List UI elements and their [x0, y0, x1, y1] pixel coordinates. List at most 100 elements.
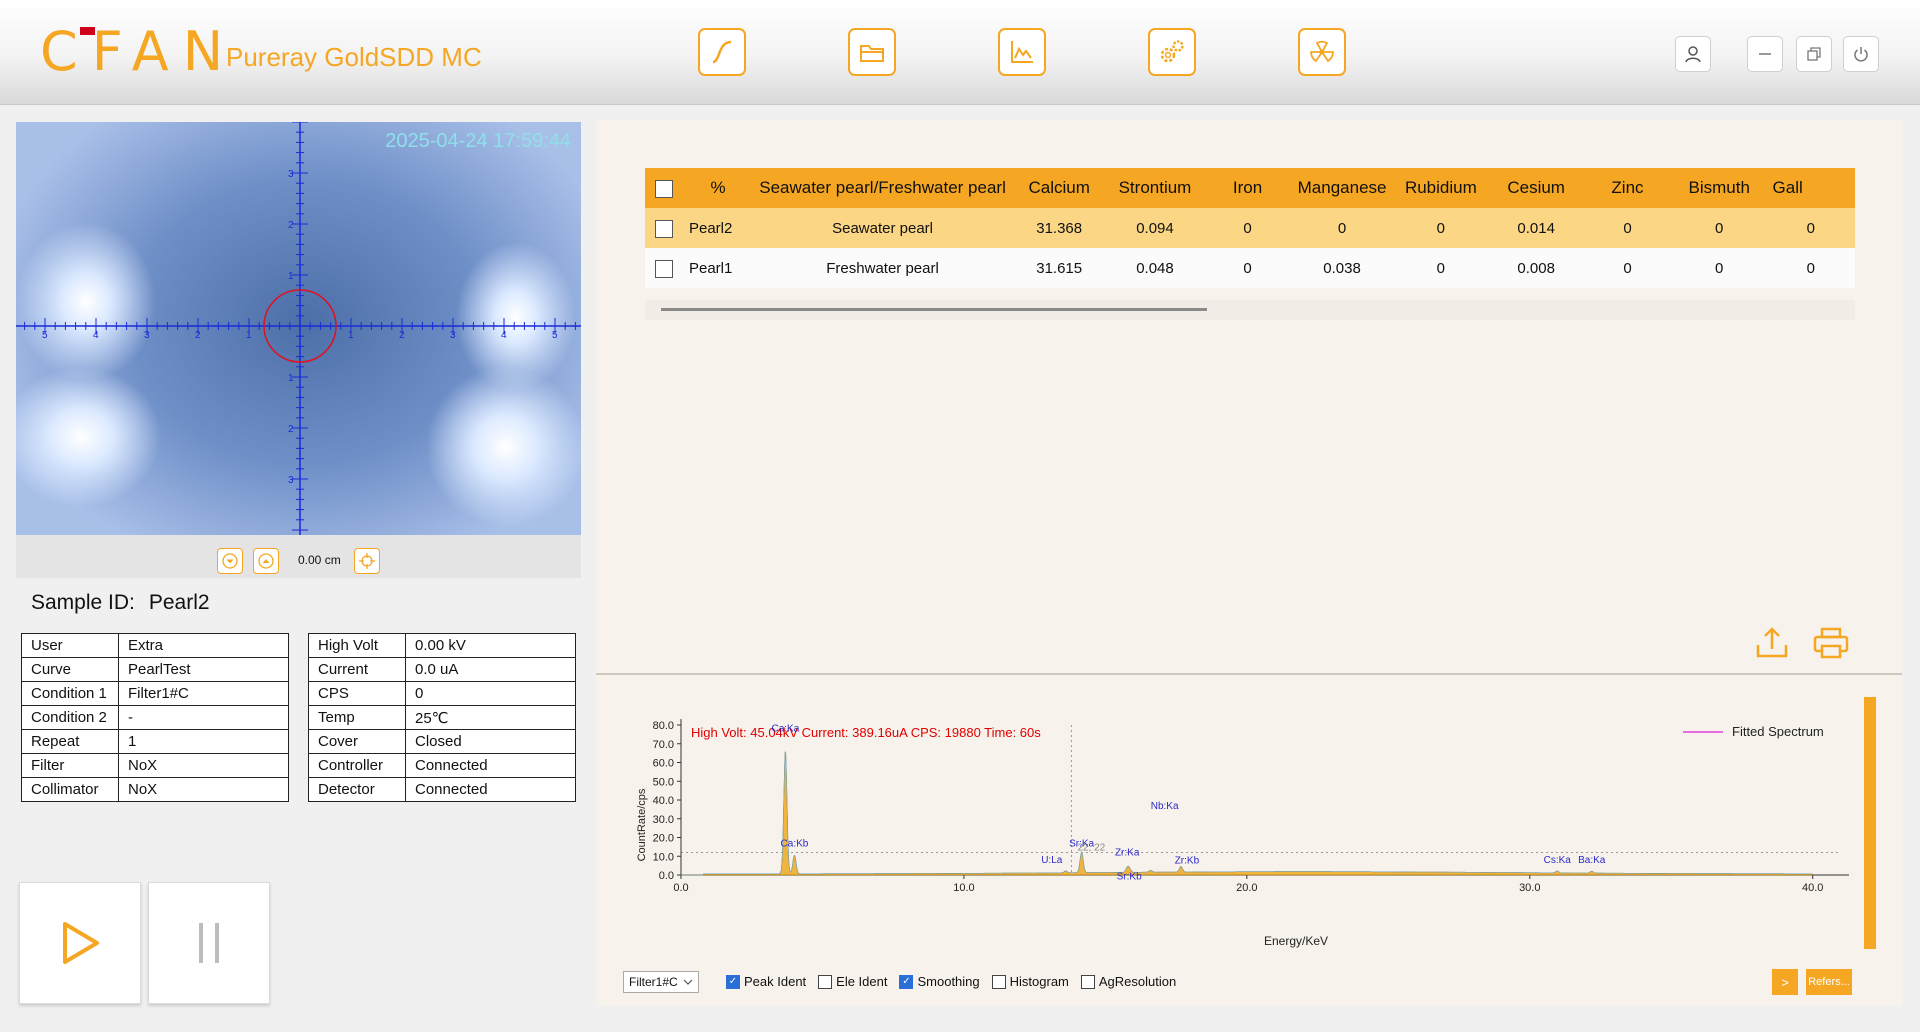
chevron-down-icon [683, 979, 693, 985]
info-right-value: Closed [405, 729, 576, 754]
crosshair-icon [359, 553, 375, 569]
settings-button[interactable] [1148, 28, 1196, 76]
printer-icon [1813, 627, 1849, 659]
next-button[interactable]: > [1772, 969, 1798, 995]
chart-legend: Fitted Spectrum [1683, 724, 1824, 739]
option-ele-ident[interactable]: Ele Ident [818, 974, 887, 989]
y-axis-label: CountRate/cps [636, 788, 648, 861]
refers-button[interactable]: Refers... [1806, 969, 1852, 995]
row-checkbox[interactable] [654, 259, 673, 278]
col-manganese[interactable]: Manganese [1291, 168, 1393, 208]
spectrum-button[interactable] [998, 28, 1046, 76]
col-percent[interactable]: % [682, 168, 754, 208]
row-value: 0 [1671, 248, 1767, 288]
restore-button[interactable] [1796, 36, 1832, 72]
row-value: 0.008 [1489, 248, 1584, 288]
side-scroll-strip[interactable] [1864, 697, 1876, 949]
row-value: 0 [1392, 208, 1490, 248]
info-right-key: Cover [308, 729, 406, 754]
horizontal-scrollbar-track[interactable] [645, 300, 1855, 320]
pause-button[interactable] [148, 882, 270, 1004]
center-target-button[interactable] [354, 548, 380, 574]
row-value: 0 [1203, 208, 1292, 248]
info-right-value: 0 [405, 681, 576, 706]
row-value: 0 [1583, 208, 1672, 248]
user-button[interactable] [1675, 36, 1711, 72]
col-rubidium[interactable]: Rubidium [1392, 168, 1490, 208]
y-scale-label: 1 [288, 373, 294, 384]
sample-id: Sample ID: Pearl2 [31, 591, 224, 615]
row-value: 0 [1291, 208, 1393, 248]
info-right-key: Controller [308, 753, 406, 778]
table-row[interactable]: Pearl1 Freshwater pearl 31.615 0.048 0 0.038 0… [645, 248, 1855, 288]
move-down-button[interactable] [217, 548, 243, 574]
filter-select-value: Filter1#C [629, 975, 678, 989]
distance-readout: 0.00 cm [298, 553, 341, 567]
row-value: 0 [1671, 208, 1767, 248]
option-label: Histogram [1009, 974, 1069, 989]
option-histogram[interactable]: Histogram [991, 974, 1069, 989]
info-right-row: Controller Connected [308, 753, 576, 778]
table-row[interactable]: Pearl2 Seawater pearl 31.368 0.094 0 0 0 0.014 0… [645, 208, 1855, 248]
info-left-key: Repeat [21, 729, 119, 754]
export-button[interactable] [1755, 625, 1789, 663]
option-smoothing[interactable]: ✓ Smoothing [899, 974, 980, 989]
option-checkbox[interactable]: ✓ [899, 974, 914, 989]
info-right-key: CPS [308, 681, 406, 706]
info-table-right: High Volt 0.00 kV Current 0.0 uA CPS 0 Temp 25℃… [308, 633, 576, 802]
select-all-checkbox[interactable] [654, 179, 673, 198]
header-bar: CFAN Pureray GoldSDD MC [0, 0, 1920, 105]
open-folder-button[interactable] [848, 28, 896, 76]
x-scale-label: 3 [144, 330, 150, 341]
peak-label: U:La [1041, 855, 1063, 866]
folder-icon [860, 45, 884, 62]
col-cesium[interactable]: Cesium [1489, 168, 1584, 208]
info-left-row: Condition 1 Filter1#C [21, 681, 289, 706]
row-checkbox[interactable] [654, 219, 673, 238]
option-checkbox[interactable] [818, 974, 833, 989]
horizontal-scrollbar-thumb[interactable] [661, 308, 1207, 311]
info-left-row: Condition 2- [21, 705, 289, 730]
move-up-button[interactable] [253, 548, 279, 574]
y-tick-label: 40.0 [653, 795, 674, 807]
y-scale-label: 2 [288, 220, 294, 231]
option-peak-ident[interactable]: ✓ Peak Ident [726, 974, 806, 989]
export-icon [1756, 627, 1788, 658]
info-left-value: - [118, 705, 289, 730]
radiation-button[interactable] [1298, 28, 1346, 76]
row-value: 0 [1766, 208, 1855, 248]
spectrum-chart[interactable]: High Volt: 45.04kV Current: 389.16uA CPS… [596, 675, 1902, 975]
option-checkbox[interactable] [1080, 974, 1095, 989]
info-left-row: User Extra [21, 633, 289, 658]
y-tick-label: 10.0 [653, 851, 674, 863]
col-iron[interactable]: Iron [1203, 168, 1292, 208]
info-left-row: Collimator NoX [21, 777, 289, 802]
col-type[interactable]: Seawater pearl/Freshwater pearl [753, 168, 1012, 208]
row-value: 0 [1392, 248, 1490, 288]
col-calcium[interactable]: Calcium [1011, 168, 1107, 208]
col-bismuth[interactable]: Bismuth [1671, 168, 1767, 208]
power-button[interactable] [1843, 36, 1879, 72]
minimize-button[interactable] [1747, 36, 1783, 72]
print-button[interactable] [1813, 627, 1849, 663]
option-checkbox[interactable]: ✓ [726, 974, 740, 989]
info-right-key: Current [308, 657, 406, 682]
start-button[interactable] [19, 882, 141, 1004]
x-tick-label: 30.0 [1519, 882, 1540, 894]
x-scale-label: 2 [195, 330, 201, 341]
info-right-row: CPS 0 [308, 681, 576, 706]
minimize-icon [1759, 53, 1771, 55]
col-strontium[interactable]: Strontium [1106, 168, 1204, 208]
col-zinc[interactable]: Zinc [1583, 168, 1672, 208]
row-value: 31.615 [1011, 248, 1107, 288]
info-right-value: Connected [405, 777, 576, 802]
option-checkbox[interactable] [991, 974, 1006, 989]
curve-button[interactable] [698, 28, 746, 76]
info-right-value: 0.00 kV [405, 633, 576, 658]
option-agresolution[interactable]: AgResolution [1080, 974, 1176, 989]
info-right-key: Temp [308, 705, 406, 730]
x-scale-label: 3 [450, 330, 456, 341]
filter-select[interactable]: Filter1#C [623, 971, 699, 993]
row-value: 0.094 [1106, 208, 1204, 248]
col-gallium[interactable]: Gall [1766, 168, 1855, 208]
